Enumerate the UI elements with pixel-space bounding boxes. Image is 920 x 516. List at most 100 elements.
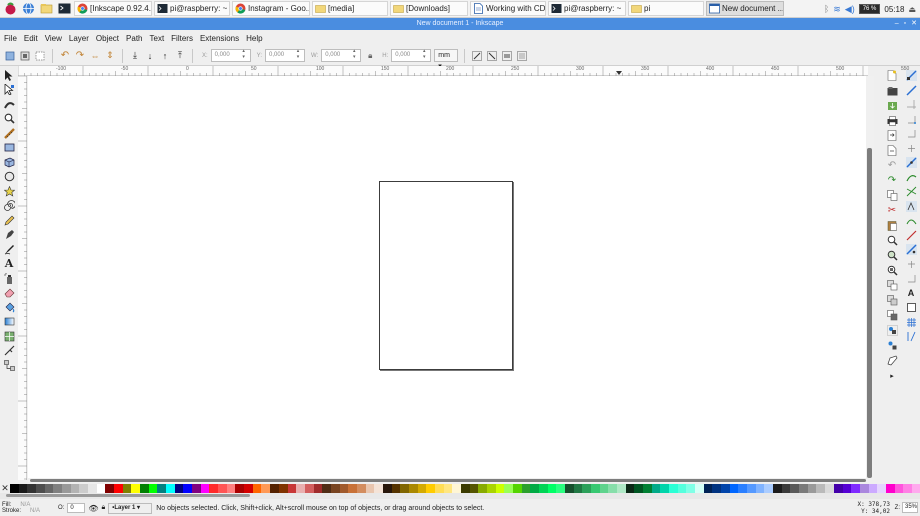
color-swatch[interactable] (365, 484, 375, 493)
snap-others-icon[interactable] (905, 244, 917, 255)
node-tool-icon[interactable] (3, 84, 15, 96)
no-paint-swatch[interactable]: ✕ (0, 484, 10, 493)
taskbar-task[interactable]: pi@raspberry: ~ (548, 1, 626, 16)
cut-icon[interactable]: ✂ (887, 205, 898, 216)
color-swatch[interactable] (53, 484, 63, 493)
eraser-tool-icon[interactable] (3, 287, 15, 299)
rotate-cw-icon[interactable]: ↷ (74, 50, 86, 62)
wifi-icon[interactable]: ≋ (833, 4, 841, 15)
unit-select[interactable]: mm ▾ (434, 49, 459, 70)
color-swatch[interactable] (894, 484, 904, 493)
color-swatch[interactable] (200, 484, 210, 493)
color-swatch[interactable] (703, 484, 713, 493)
color-swatch[interactable] (582, 484, 592, 493)
color-swatch[interactable] (70, 484, 80, 493)
color-swatch[interactable] (443, 484, 453, 493)
vertical-ruler[interactable] (18, 76, 27, 480)
horizontal-scroll-thumb[interactable] (30, 479, 866, 482)
color-swatch[interactable] (833, 484, 843, 493)
color-swatch[interactable] (773, 484, 782, 493)
color-swatch[interactable] (608, 484, 618, 493)
color-swatch[interactable] (36, 484, 45, 493)
color-swatch[interactable] (868, 484, 878, 493)
raise-icon[interactable]: ↑ (159, 50, 171, 62)
undo-icon[interactable]: ↶ (887, 160, 898, 171)
snap-bbox-midpoints-icon[interactable] (906, 128, 917, 139)
color-swatch[interactable] (781, 484, 791, 493)
snap-bbox-corners-icon[interactable] (906, 114, 917, 125)
color-swatch[interactable] (18, 484, 28, 493)
color-swatch[interactable] (885, 484, 895, 493)
color-swatch[interactable] (174, 484, 184, 493)
snap-object-centers-icon[interactable] (906, 259, 917, 270)
color-swatch[interactable] (356, 484, 366, 493)
color-swatch[interactable] (790, 484, 800, 493)
snap-guides-icon[interactable] (906, 331, 917, 342)
taskbar-task[interactable]: [media] (312, 1, 388, 16)
redo-icon[interactable]: ↷ (887, 175, 898, 186)
menu-extensions[interactable]: Extensions (200, 34, 239, 43)
color-swatch[interactable] (755, 484, 765, 493)
height-field[interactable]: 0,000 (391, 48, 432, 62)
opacity-field[interactable]: 0 (67, 503, 86, 513)
zoom-selection-icon[interactable] (887, 235, 898, 246)
snap-page-border-icon[interactable] (906, 302, 917, 313)
color-swatch[interactable] (270, 484, 279, 493)
vertical-scroll-thumb[interactable] (867, 148, 872, 478)
zoom-page-icon[interactable] (887, 265, 898, 276)
pencil-tool-icon[interactable] (3, 214, 15, 226)
menu-path[interactable]: Path (126, 34, 142, 43)
duplicate-icon[interactable] (886, 280, 898, 291)
snap-toggle-icon[interactable] (905, 70, 917, 81)
color-swatch[interactable] (218, 484, 227, 493)
snap-bbox-icon[interactable] (905, 84, 917, 96)
color-swatch[interactable] (426, 484, 435, 493)
maximize-button[interactable]: ▫ (904, 18, 906, 30)
layer-visibility-icon[interactable]: 👁︎ (88, 504, 98, 513)
color-swatch[interactable] (79, 484, 89, 493)
menu-filters[interactable]: Filters (171, 34, 193, 43)
color-swatch[interactable] (634, 484, 644, 493)
clock[interactable]: 05:18 (884, 5, 904, 14)
new-document-icon[interactable] (887, 70, 898, 81)
color-swatch[interactable] (140, 484, 149, 493)
color-swatch[interactable] (434, 484, 444, 493)
3d-box-tool-icon[interactable] (3, 156, 15, 168)
color-swatch[interactable] (244, 484, 253, 493)
color-swatch[interactable] (669, 484, 678, 493)
taskbar-task[interactable]: pi (628, 1, 704, 16)
color-swatch[interactable] (131, 484, 141, 493)
raise-to-top-icon[interactable]: ⤒ (174, 50, 186, 62)
zoom-field[interactable]: 35% (902, 502, 918, 513)
minimize-button[interactable]: – (895, 18, 899, 30)
select-all-icon[interactable] (4, 50, 16, 62)
scale-stroke-icon[interactable] (471, 50, 483, 62)
snap-nodes-icon[interactable] (905, 157, 917, 168)
color-swatch[interactable] (764, 484, 774, 493)
color-swatch[interactable] (10, 484, 19, 493)
color-swatch[interactable] (408, 484, 418, 493)
color-swatch[interactable] (591, 484, 600, 493)
deselect-icon[interactable] (34, 50, 46, 62)
menu-edit[interactable]: Edit (24, 34, 38, 43)
color-swatch[interactable] (512, 484, 522, 493)
paint-bucket-tool-icon[interactable] (3, 301, 15, 313)
color-swatch[interactable] (807, 484, 817, 493)
color-swatch[interactable] (374, 484, 383, 493)
lock-icon[interactable]: 🔒︎ (364, 50, 376, 62)
color-swatch[interactable] (643, 484, 652, 493)
rotate-ccw-icon[interactable]: ↶ (59, 50, 71, 62)
color-swatch[interactable] (105, 484, 115, 493)
snap-intersections-icon[interactable] (906, 186, 917, 197)
color-swatch[interactable] (573, 484, 583, 493)
color-swatch[interactable] (825, 484, 834, 493)
export-icon[interactable] (887, 145, 898, 156)
menu-view[interactable]: View (45, 34, 62, 43)
ellipse-tool-icon[interactable] (3, 171, 15, 183)
color-swatch[interactable] (842, 484, 852, 493)
color-swatch[interactable] (278, 484, 288, 493)
horizontal-ruler[interactable]: -100 -50 0 50 100 150 200 250 300 350 400 450 500 550 (18, 66, 909, 76)
color-swatch[interactable] (495, 484, 505, 493)
color-swatch[interactable] (339, 484, 349, 493)
color-swatch[interactable] (27, 484, 37, 493)
